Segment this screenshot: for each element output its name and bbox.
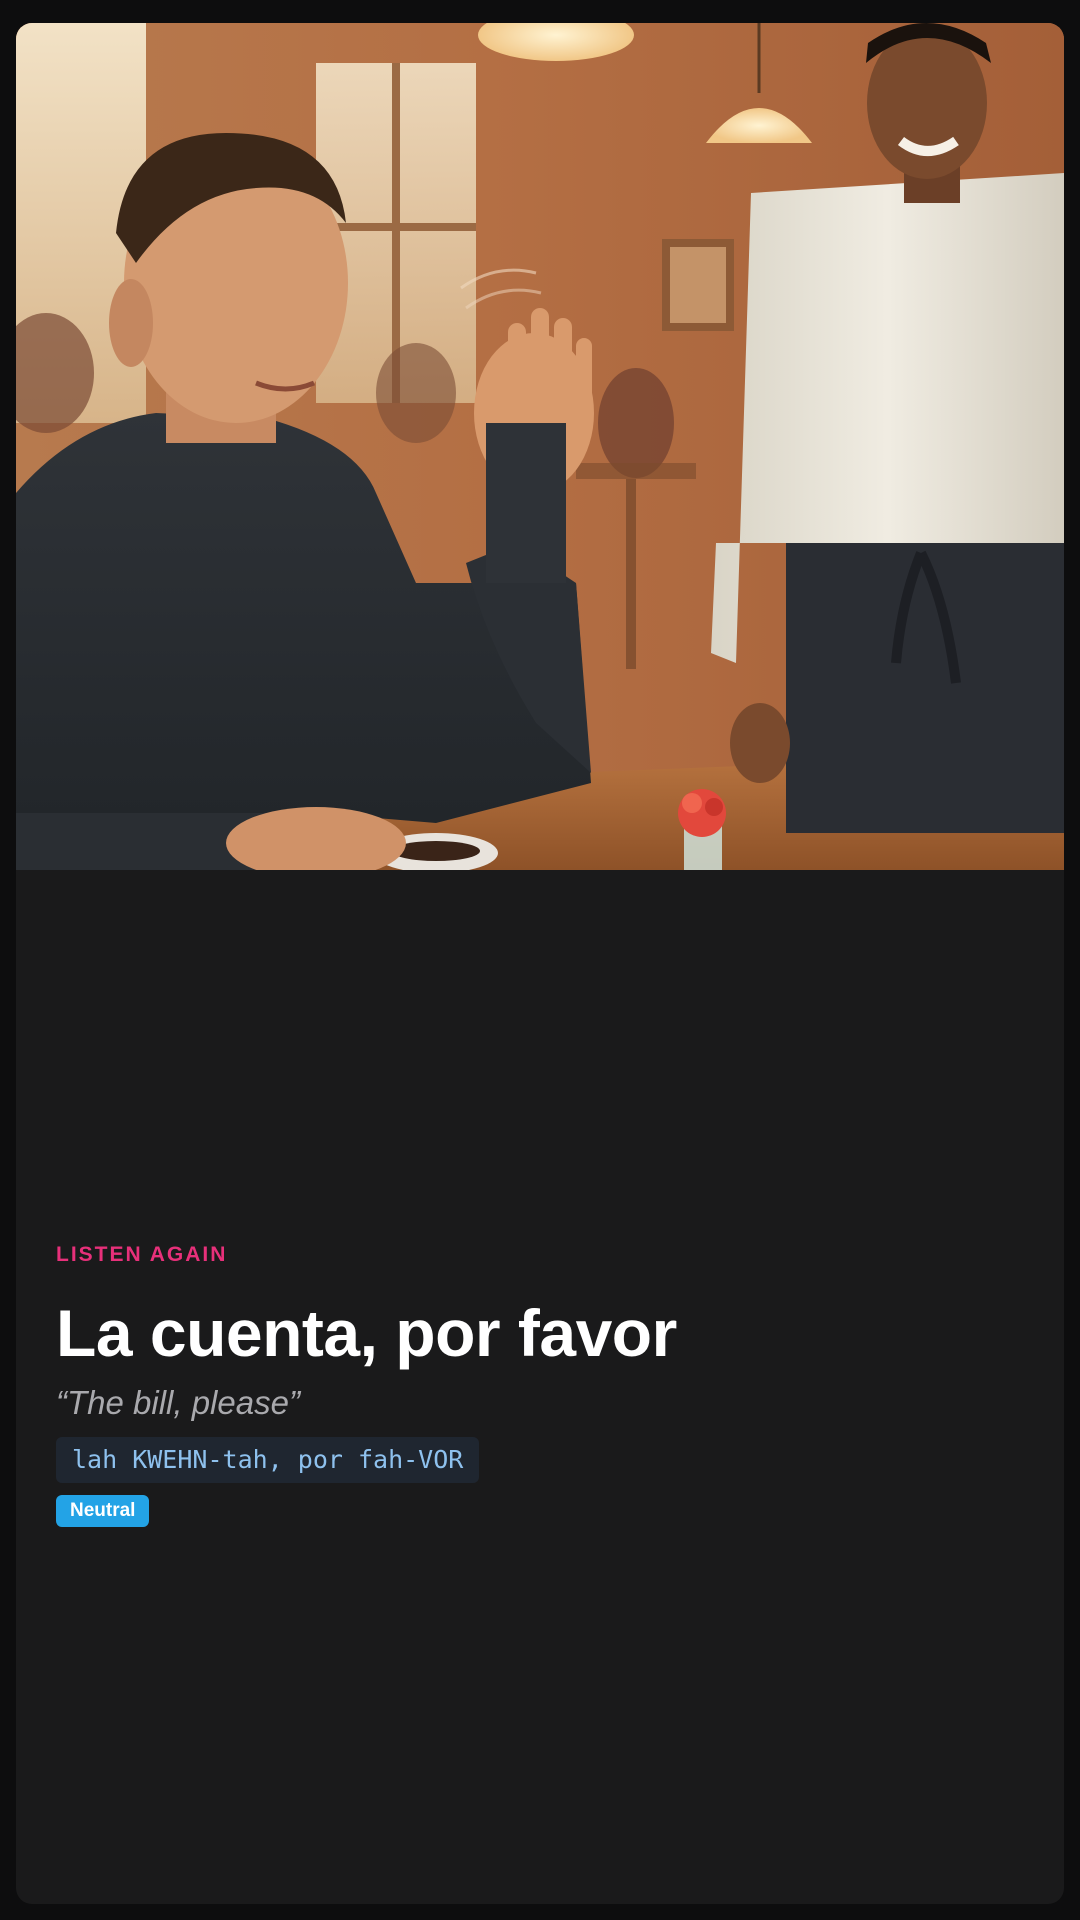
register-badge: Neutral — [56, 1495, 150, 1527]
scene-illustration — [16, 23, 1064, 870]
phrase-card: LISTEN AGAIN La cuenta, por favor “The b… — [16, 23, 1064, 1904]
phrase-title: La cuenta, por favor — [56, 1296, 677, 1370]
phrase-translation: “The bill, please” — [56, 1384, 300, 1421]
phrase-details: LISTEN AGAIN La cuenta, por favor “The b… — [56, 1241, 1024, 1527]
listen-again-label: LISTEN AGAIN — [56, 1243, 228, 1266]
pronunciation-guide: lah KWEHN-tah, por fah-VOR — [56, 1437, 480, 1483]
